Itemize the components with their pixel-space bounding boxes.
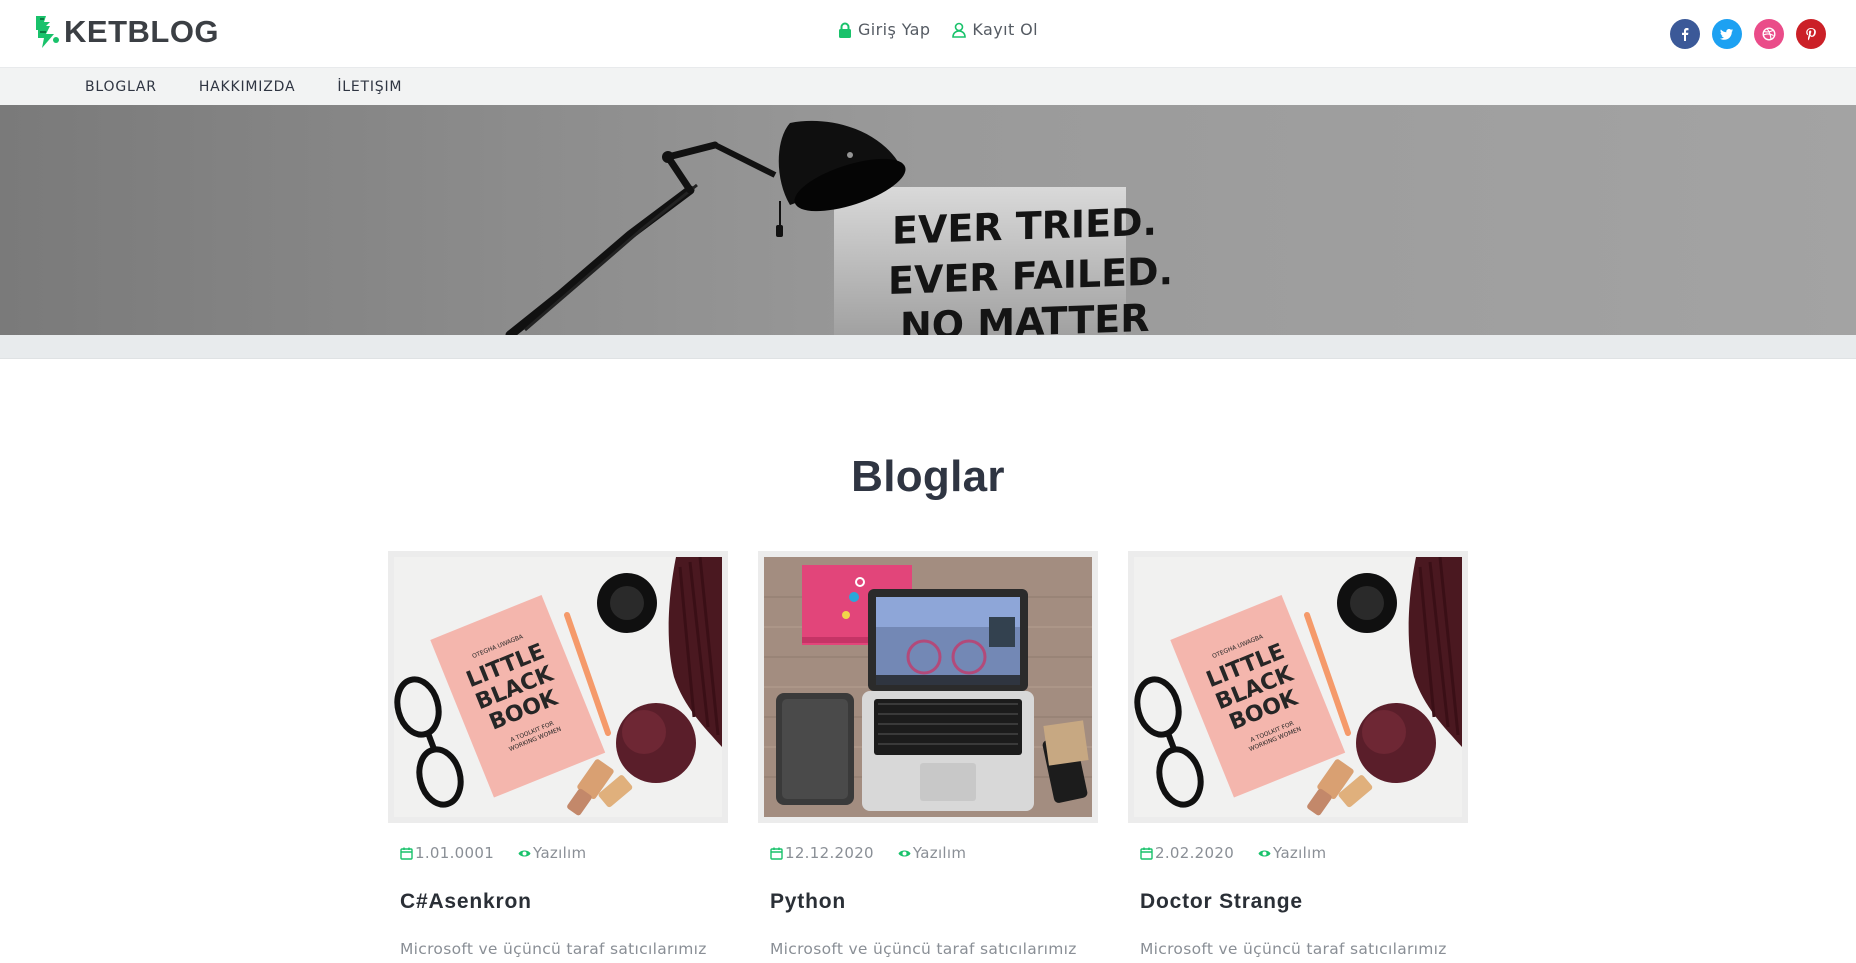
eye-icon: [1258, 850, 1271, 856]
user-icon: [952, 22, 967, 38]
social-links: [1670, 19, 1826, 49]
post-date-text: 1.01.0001: [415, 844, 495, 862]
blog-card-title[interactable]: Python: [770, 890, 1098, 914]
hero-image: EVER TRIED. EVER FAILED. NO MATTER: [0, 105, 1856, 335]
post-date: 1.01.0001: [400, 844, 494, 862]
login-label: Giriş Yap: [858, 20, 931, 39]
svg-text:EVER TRIED.: EVER TRIED.: [892, 200, 1157, 253]
lock-icon: [839, 22, 851, 38]
hero-sign-text: EVER TRIED. EVER FAILED. NO MATTER: [888, 200, 1173, 335]
post-category[interactable]: Yazılım: [898, 844, 966, 862]
section-title: Bloglar: [851, 452, 1005, 501]
blog-card-meta: 1.01.0001 Yazılım: [400, 844, 728, 862]
brand-name: KETBLOG: [64, 14, 220, 49]
blog-card[interactable]: OTEGHA UWAGBA LITTLE BLACK BOOK A TOOLKI…: [388, 551, 728, 958]
auth-links: Giriş Yap Kayıt Ol: [838, 20, 1038, 39]
post-category-text: Yazılım: [1273, 844, 1327, 862]
laptop-desk-image: [764, 557, 1092, 817]
nav-item-hakkimizda[interactable]: HAKKIMIZDA: [199, 79, 296, 95]
blog-card-excerpt: Microsoft ve üçüncü taraf satıcılarımız: [400, 940, 707, 958]
nav-item-bloglar[interactable]: BLOGLAR: [85, 79, 157, 95]
dribbble-icon: [1762, 27, 1776, 41]
blog-card-image[interactable]: OTEGHA UWAGBA LITTLE BLACK BOOK A TOOLKI…: [388, 551, 728, 823]
post-category-text: Yazılım: [533, 844, 587, 862]
book-flatlay-image: OTEGHA UWAGBA LITTLE BLACK BOOK A TOOLKI…: [394, 557, 722, 817]
hero-divider: [0, 335, 1856, 359]
twitter-button[interactable]: [1712, 19, 1742, 49]
nav-item-iletisim[interactable]: İLETIŞIM: [337, 79, 402, 95]
register-link[interactable]: Kayıt Ol: [952, 20, 1038, 39]
login-link[interactable]: Giriş Yap: [838, 20, 930, 39]
facebook-icon: [1682, 28, 1689, 41]
pinterest-button[interactable]: [1796, 19, 1826, 49]
eye-icon: [898, 850, 911, 856]
brand-logo[interactable]: KETBLOG: [32, 14, 219, 50]
main-nav: BLOGLAR HAKKIMIZDA İLETIŞIM: [0, 68, 1856, 105]
blog-card-image[interactable]: [758, 551, 1098, 823]
blog-card-meta: 12.12.2020 Yazılım: [770, 844, 1098, 862]
blog-card[interactable]: 12.12.2020 Yazılım Python Microsoft ve ü…: [758, 551, 1098, 958]
blog-card-meta: 2.02.2020 Yazılım: [1140, 844, 1468, 862]
blog-card-title[interactable]: Doctor Strange: [1140, 890, 1468, 914]
register-label: Kayıt Ol: [972, 20, 1038, 39]
post-date: 12.12.2020: [770, 844, 874, 862]
post-date: 2.02.2020: [1140, 844, 1234, 862]
blog-card-title[interactable]: C#Asenkron: [400, 890, 728, 914]
post-category[interactable]: Yazılım: [1258, 844, 1326, 862]
blog-card-excerpt: Microsoft ve üçüncü taraf satıcılarımız: [770, 940, 1077, 958]
post-category[interactable]: Yazılım: [518, 844, 586, 862]
dribbble-button[interactable]: [1754, 19, 1784, 49]
logo-mark-icon: [36, 16, 59, 48]
blog-card[interactable]: OTEGHA UWAGBA LITTLE BLACK BOOK A TOOLKI…: [1128, 551, 1468, 958]
post-category-text: Yazılım: [912, 844, 967, 862]
blog-card-excerpt: Microsoft ve üçüncü taraf satıcılarımız: [1140, 940, 1447, 958]
site-header: KETBLOG Giriş Yap Kayıt Ol: [0, 0, 1856, 68]
pinterest-icon: [1806, 28, 1816, 41]
book-flatlay-image: OTEGHA UWAGBA LITTLE BLACK BOOK A TOOLKI…: [1134, 557, 1462, 817]
blog-card-image[interactable]: OTEGHA UWAGBA LITTLE BLACK BOOK A TOOLKI…: [1128, 551, 1468, 823]
post-date-text: 12.12.2020: [785, 844, 874, 862]
post-date-text: 2.02.2020: [1155, 844, 1235, 862]
calendar-icon: [1140, 847, 1153, 860]
eye-icon: [518, 850, 531, 856]
hero-banner: EVER TRIED. EVER FAILED. NO MATTER: [0, 105, 1856, 335]
calendar-icon: [400, 847, 413, 860]
twitter-icon: [1720, 29, 1733, 40]
facebook-button[interactable]: [1670, 19, 1700, 49]
calendar-icon: [770, 847, 783, 860]
